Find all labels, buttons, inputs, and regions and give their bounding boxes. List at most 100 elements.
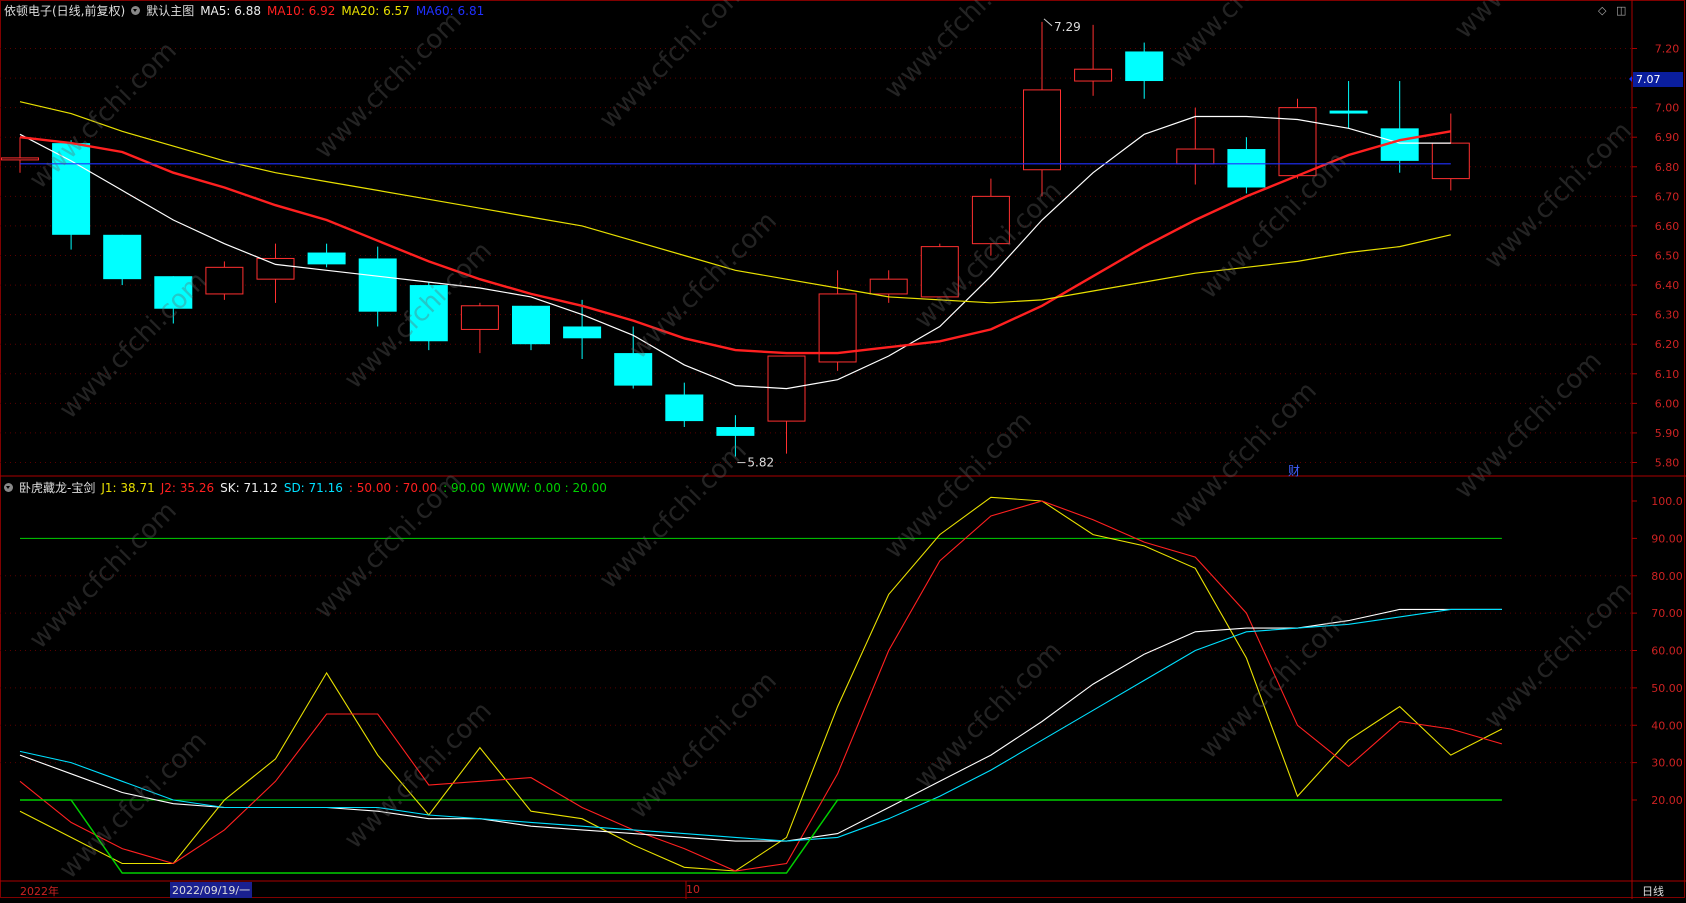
watermark-text: www.cfchi.com — [54, 726, 213, 885]
indicator-dropdown-icon[interactable] — [4, 483, 13, 492]
extreme-label: 7.29 — [1054, 20, 1081, 34]
sd-value: SD: 71.16 — [283, 480, 343, 495]
candle — [1074, 24, 1113, 96]
ma5-value: MA5: 6.88 — [200, 3, 261, 18]
candle-body — [869, 278, 908, 295]
main-tick-label: 7.00 — [1655, 102, 1680, 115]
candle — [1431, 113, 1470, 191]
sub-tick-label: 50.00 — [1651, 682, 1683, 695]
watermark-text: www.cfchi.com — [24, 36, 183, 195]
ma60-value: MA60: 6.81 — [415, 3, 485, 18]
level-values-red: : 50.00 : 70.00 — [348, 480, 438, 495]
stock-title: 依顿电子(日线,前复权) — [4, 4, 126, 18]
watermark-text: www.cfchi.com — [1194, 146, 1353, 305]
watermark-text: www.cfchi.com — [54, 266, 213, 425]
candle-body — [205, 266, 244, 295]
candle-body — [1074, 68, 1113, 82]
sub-tick-label: 70.00 — [1651, 607, 1683, 620]
ma20-value: MA20: 6.57 — [341, 3, 410, 18]
chart-canvas[interactable]: 5.80 5.90 6.00 6.10 6.20 6.30 6.40 6.50 6.60 6.70… — [0, 0, 1686, 899]
sub-tick-label: 90.00 — [1651, 532, 1683, 545]
period-label[interactable]: 日线 — [1642, 883, 1664, 899]
candle-body — [460, 305, 499, 330]
watermark-text: www.cfchi.com — [624, 206, 783, 365]
candle — [1329, 81, 1368, 129]
sub-tick-label: 30.00 — [1651, 757, 1683, 770]
candle-body — [103, 234, 142, 280]
candle — [665, 382, 704, 428]
finance-flag[interactable]: 财 — [1288, 462, 1300, 479]
price-marker — [1629, 76, 1632, 82]
window-restore-icon[interactable]: ◫ — [1616, 4, 1626, 17]
j1-value: J1: 38.71 — [101, 480, 155, 495]
sub-tick-label: 80.00 — [1651, 570, 1683, 583]
candle-body — [1125, 51, 1164, 82]
watermark-text: www.cfchi.com — [1164, 376, 1323, 535]
watermark-text: www.cfchi.com — [1449, 0, 1608, 45]
main-chart-header: 依顿电子(日线,前复权) 默认主图 MA5: 6.88 MA10: 6.92 M… — [4, 2, 484, 19]
j2-value: J2: 35.26 — [160, 480, 215, 495]
candle-body — [358, 258, 397, 312]
sk-value: SK: 71.12 — [220, 480, 278, 495]
main-tick-label: 6.20 — [1655, 338, 1680, 351]
main-tick-label: 6.90 — [1655, 131, 1680, 144]
indicator-name[interactable]: 卧虎藏龙-宝剑 — [19, 479, 95, 496]
candle-body — [1329, 110, 1368, 114]
main-tick-label: 6.10 — [1655, 368, 1680, 381]
www-value: WWW: 0.00 : 20.00 — [491, 480, 607, 495]
candle — [512, 305, 550, 351]
main-tick-label: 5.90 — [1655, 427, 1680, 440]
candle — [256, 243, 295, 303]
watermark-text: www.cfchi.com — [309, 6, 468, 165]
candle-body — [256, 257, 295, 280]
candle — [1227, 137, 1266, 194]
candle-body — [307, 252, 346, 265]
watermark-text: www.cfchi.com — [624, 666, 783, 825]
candle-body — [665, 394, 704, 422]
candle — [767, 355, 806, 454]
sub-tick-label: 60.00 — [1651, 645, 1683, 658]
watermark-text: www.cfchi.com — [1449, 346, 1608, 505]
diamond-icon[interactable]: ◇ — [1598, 4, 1606, 17]
candle — [1125, 42, 1164, 99]
candle — [205, 261, 244, 300]
sub-tick-label: 40.00 — [1651, 719, 1683, 732]
indicator-line-www — [20, 799, 1502, 874]
main-tick-label: 6.60 — [1655, 220, 1680, 233]
watermark-text: www.cfchi.com — [594, 436, 753, 595]
candle-body — [1431, 142, 1470, 180]
extreme-pointer — [1043, 18, 1053, 27]
candle — [1380, 81, 1419, 173]
candle — [460, 302, 499, 354]
candle-body — [1, 157, 39, 161]
watermark-text: www.cfchi.com — [1479, 576, 1638, 735]
main-tick-label: 7.20 — [1655, 43, 1680, 56]
candle-body — [1176, 148, 1215, 165]
sub-tick-label: 20.00 — [1651, 794, 1683, 807]
main-tick-label: 6.50 — [1655, 250, 1680, 263]
watermark-text: www.cfchi.com — [1164, 0, 1323, 75]
main-tick-label: 6.40 — [1655, 279, 1680, 292]
dropdown-icon[interactable] — [131, 6, 141, 15]
main-tick-label: 6.30 — [1655, 309, 1680, 322]
current-price-tag: 7.07 — [1633, 72, 1683, 87]
candle-body — [563, 326, 602, 339]
chart-name[interactable]: 默认主图 — [146, 2, 194, 19]
main-tick-label: 6.70 — [1655, 190, 1680, 203]
candle-body — [1278, 107, 1317, 177]
main-tick-label: 5.80 — [1655, 457, 1680, 470]
candle-body — [716, 427, 755, 436]
candle-body — [1227, 149, 1266, 188]
candle — [1176, 107, 1215, 185]
candle-body — [512, 305, 550, 345]
ma10-value: MA10: 6.92 — [266, 3, 336, 18]
watermark-text: www.cfchi.com — [24, 496, 183, 655]
cursor-date: 2022/09/19/一 — [170, 882, 253, 898]
candle — [103, 234, 142, 286]
sub-tick-label: 100.0 — [1651, 495, 1683, 508]
main-tick-label: 6.00 — [1655, 397, 1680, 410]
watermark-text: www.cfchi.com — [879, 0, 1038, 105]
level-value-green: : 90.00 — [443, 480, 486, 495]
candle — [307, 243, 346, 268]
watermark-text: www.cfchi.com — [339, 696, 498, 855]
